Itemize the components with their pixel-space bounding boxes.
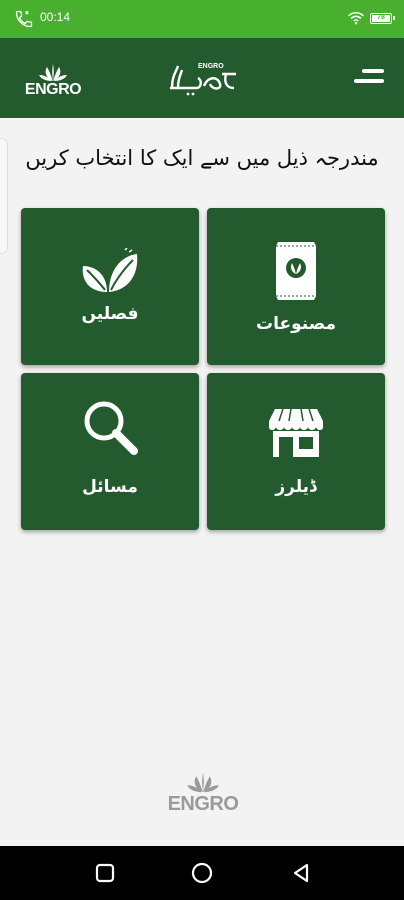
footer-engro-logo: ENGRO <box>164 772 242 820</box>
leaves-icon <box>82 248 138 292</box>
wifi-icon <box>348 12 364 25</box>
hamburger-menu-icon <box>362 69 384 73</box>
engro-leaf-icon <box>187 772 219 793</box>
tile-crops-label: فصلیں <box>81 304 139 324</box>
call-icon <box>15 10 33 28</box>
tile-dealers-label: ڈیلرز <box>275 477 317 497</box>
android-nav-bar <box>0 846 404 900</box>
status-bar: 00:14 78 <box>0 0 404 38</box>
tile-products-label: مصنوعات <box>256 314 336 334</box>
tile-dealers[interactable]: ڈیلرز <box>207 373 385 530</box>
back-triangle-icon[interactable] <box>289 861 313 885</box>
app-header: ENGRO ENGRO <box>0 38 404 118</box>
tile-crops[interactable]: فصلیں <box>21 208 199 365</box>
recents-square-icon[interactable] <box>93 861 117 885</box>
battery-icon: 78 <box>370 13 395 24</box>
menu-button[interactable] <box>352 66 384 90</box>
app-brand-small-text: ENGRO <box>198 63 224 70</box>
app-brand-logo: ENGRO <box>170 63 236 96</box>
shop-icon <box>269 408 323 457</box>
battery-level: 78 <box>372 14 390 22</box>
status-time: 00:14 <box>40 10 71 24</box>
engro-leaf-icon <box>39 64 67 81</box>
home-circle-icon[interactable] <box>190 861 214 885</box>
engro-logo: ENGRO <box>22 64 84 104</box>
selection-prompt: مندرجہ ذیل میں سے ایک کا انتخاب کریں <box>25 146 379 170</box>
tile-products[interactable]: مصنوعات <box>207 208 385 365</box>
fertilizer-bag-icon <box>276 242 316 300</box>
footer-logo-text: ENGRO <box>167 793 239 815</box>
magnifier-icon <box>84 401 138 455</box>
tile-problems[interactable]: مسائل <box>21 373 199 530</box>
engro-logo-text: ENGRO <box>24 81 82 98</box>
tile-problems-label: مسائل <box>82 477 138 497</box>
